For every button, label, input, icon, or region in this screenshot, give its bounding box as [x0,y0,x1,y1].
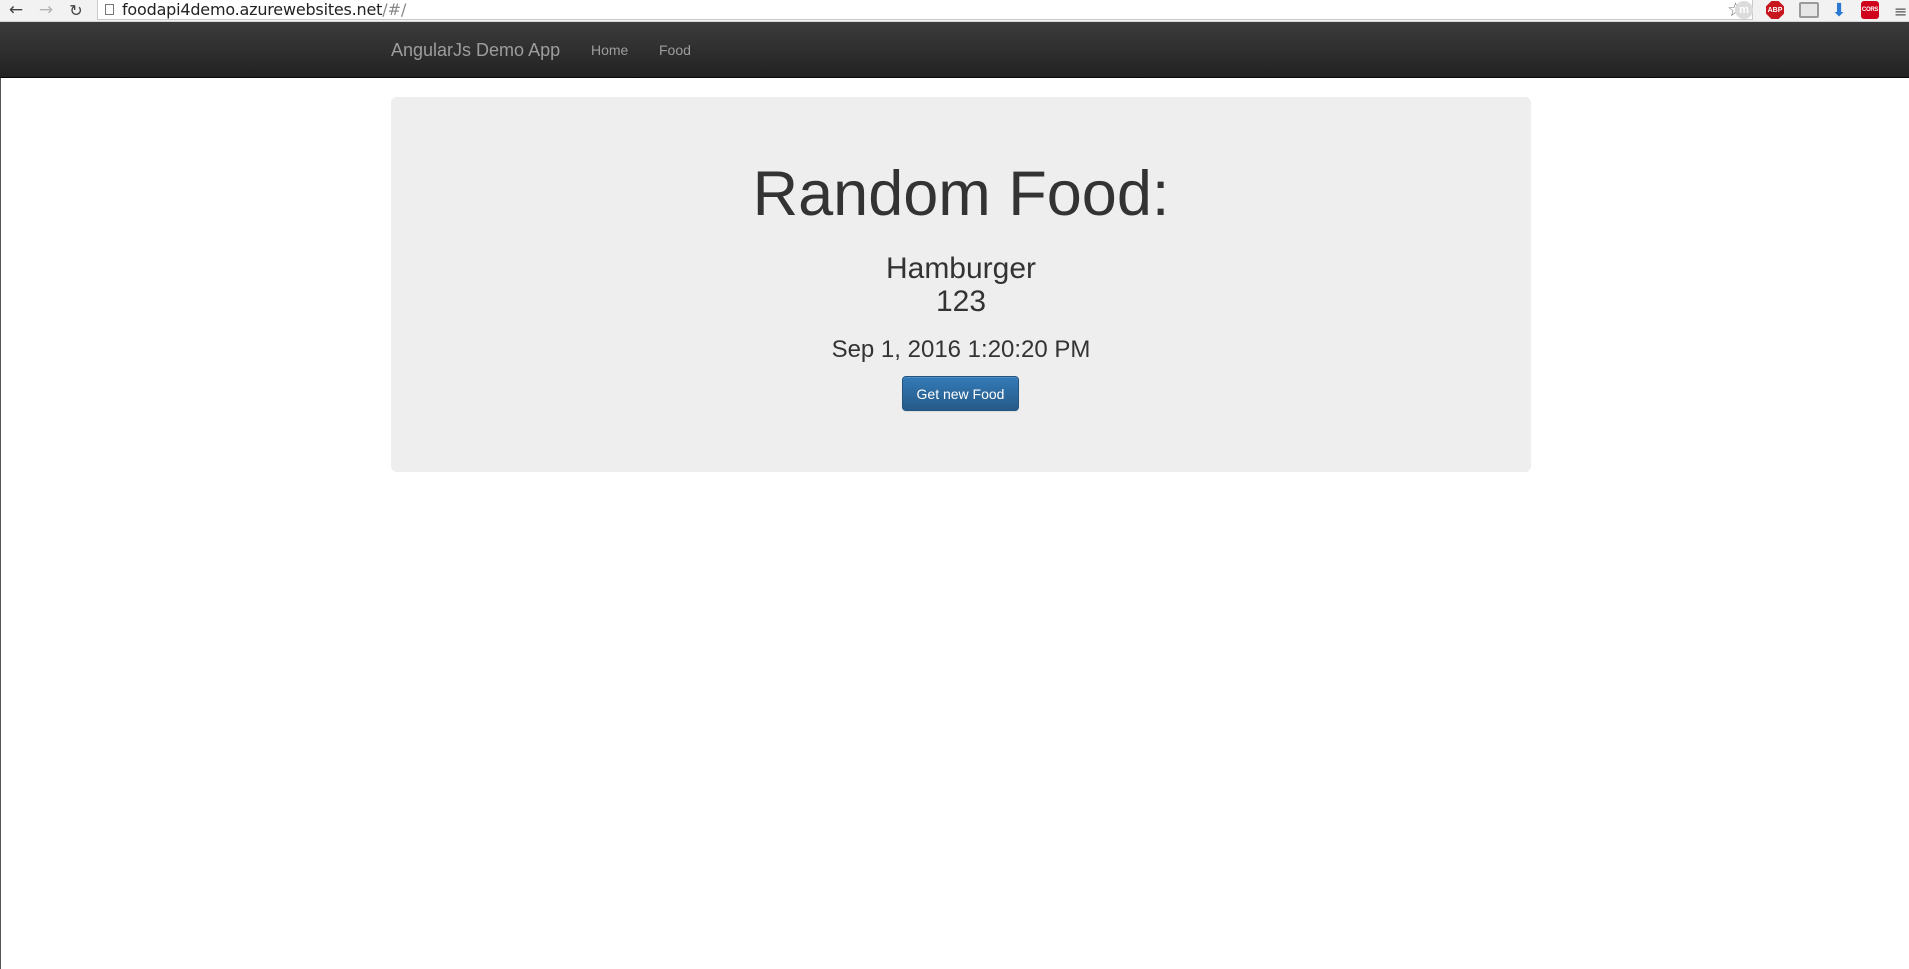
food-number: 123 [935,285,987,318]
forward-icon[interactable]: → [34,0,58,20]
browser-toolbar: ← → ↻ foodapi4demo.azurewebsites.net/#/ … [0,0,1909,22]
nav-link-home[interactable]: Home [591,22,628,78]
navbar-brand[interactable]: AngularJs Demo App [391,22,560,78]
window-edge [0,78,1,969]
download-icon[interactable]: ⬇ [1830,0,1848,21]
url-path: /#/ [382,0,407,19]
food-name: Hamburger [885,252,1037,285]
cors-icon[interactable]: CORS [1861,1,1879,19]
page-icon [105,4,114,15]
extension-m-icon[interactable]: m [1735,1,1753,19]
app-navbar: AngularJs Demo App Home Food [0,22,1909,78]
page-title: Random Food: [752,159,1170,229]
nav-link-food[interactable]: Food [659,22,691,78]
reload-icon[interactable]: ↻ [64,0,88,20]
jumbotron: Random Food: Hamburger 123 Sep 1, 2016 1… [391,97,1531,472]
url-host: foodapi4demo.azurewebsites.net [122,0,383,19]
get-new-food-button[interactable]: Get new Food [902,376,1019,411]
address-bar[interactable]: foodapi4demo.azurewebsites.net/#/ ☆ [97,0,1753,21]
back-icon[interactable]: ← [4,0,28,20]
timestamp: Sep 1, 2016 1:20:20 PM [831,336,1091,363]
cast-icon[interactable] [1799,2,1819,18]
menu-icon[interactable]: ≡ [1894,2,1907,21]
adblock-icon[interactable]: ABP [1766,1,1784,19]
